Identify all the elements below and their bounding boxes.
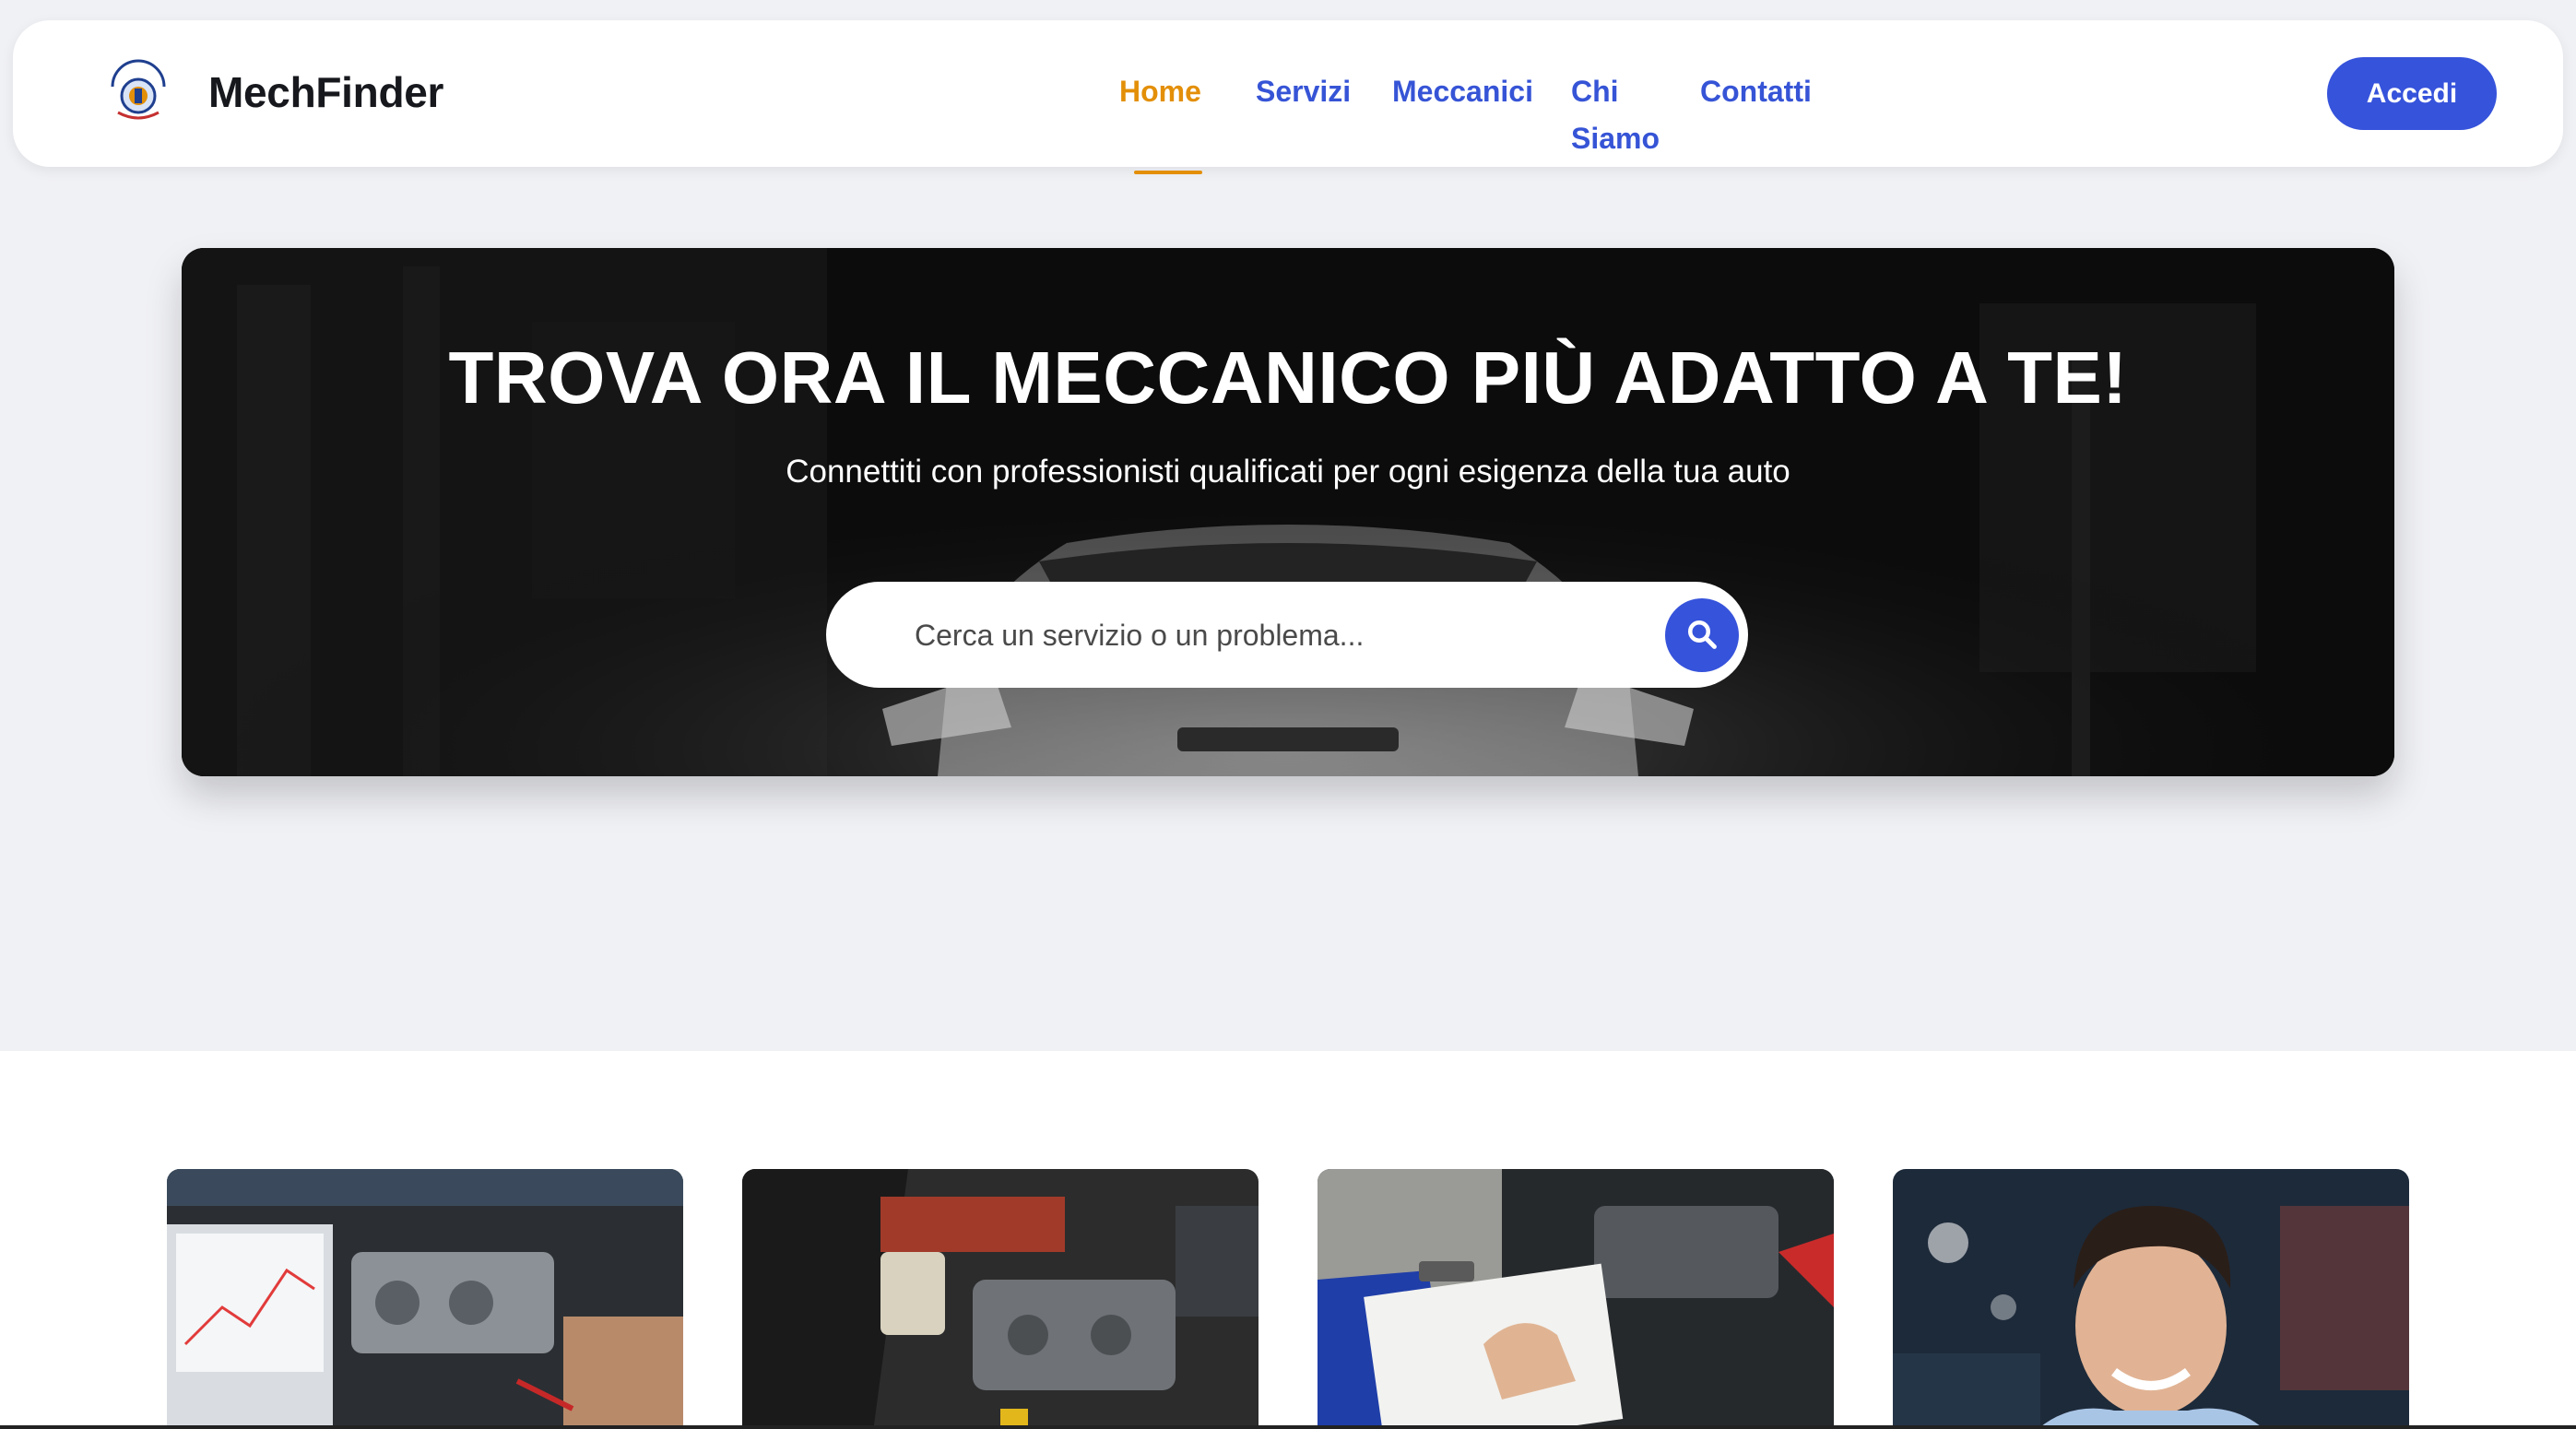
search-button[interactable] xyxy=(1665,598,1739,672)
services-section xyxy=(0,1051,2576,1429)
nav-home[interactable]: Home xyxy=(1119,68,1217,174)
nav-servizi[interactable]: Servizi xyxy=(1256,68,1351,162)
page-bottom-divider xyxy=(0,1425,2576,1429)
brand-name: MechFinder xyxy=(208,68,444,116)
hero-banner: TROVA ORA IL MECCANICO PIÙ ADATTO A TE! … xyxy=(182,248,2394,776)
search-bar xyxy=(826,582,1748,688)
nav-chi-siamo[interactable]: Chi Siamo xyxy=(1571,68,1663,162)
mechfinder-logo-icon xyxy=(101,55,175,129)
service-card-inspection-image[interactable] xyxy=(1318,1169,1834,1429)
nav-meccanici[interactable]: Meccanici xyxy=(1392,68,1533,162)
main-nav: Home Servizi Meccanici Chi Siamo Contatt… xyxy=(1119,68,1812,174)
search-icon xyxy=(1685,618,1719,654)
navbar: MechFinder Home Servizi Meccanici Chi Si… xyxy=(13,20,2563,174)
hero-title: TROVA ORA IL MECCANICO PIÙ ADATTO A TE! xyxy=(448,337,2128,419)
service-card-engine-repair-image[interactable] xyxy=(742,1169,1258,1429)
search-input[interactable] xyxy=(915,609,1615,661)
brand-logo-link[interactable]: MechFinder xyxy=(101,55,443,129)
hero-background-car-image xyxy=(182,248,2394,776)
login-button[interactable]: Accedi xyxy=(2327,57,2497,130)
nav-contatti[interactable]: Contatti xyxy=(1700,68,1812,162)
service-card-diagnostics-image[interactable] xyxy=(167,1169,683,1429)
service-card-mechanic-portrait-image[interactable] xyxy=(1893,1169,2409,1429)
hero-subtitle: Connettiti con professionisti qualificat… xyxy=(786,454,1790,490)
page: MechFinder Home Servizi Meccanici Chi Si… xyxy=(0,0,2576,1429)
